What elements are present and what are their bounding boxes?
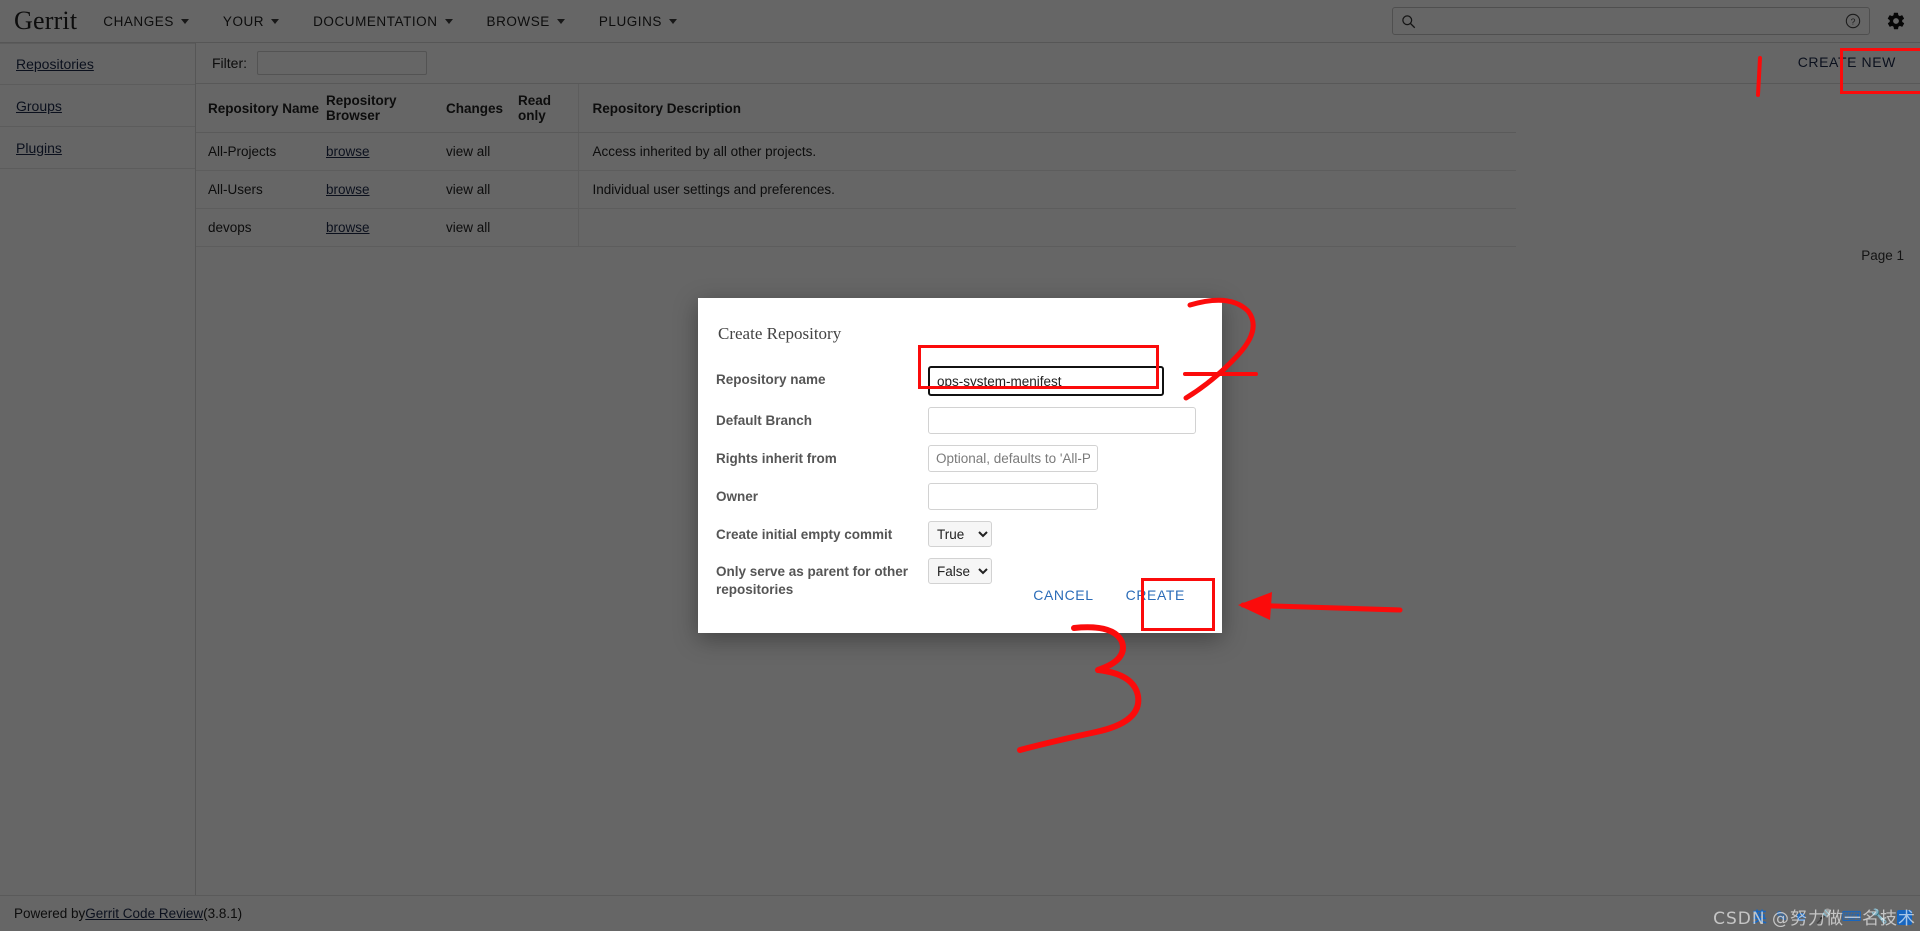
create-button[interactable]: CREATE (1113, 579, 1198, 611)
create-repository-dialog: Create Repository Repository name Defaul… (698, 298, 1222, 633)
field-row-repository-name: Repository name (716, 366, 1196, 396)
field-row-initial-empty-commit: Create initial empty commit TrueFalse (716, 521, 1196, 547)
create-initial-empty-commit-select[interactable]: TrueFalse (928, 521, 992, 547)
dialog-actions: CANCEL CREATE (1020, 579, 1198, 611)
label-default-branch: Default Branch (716, 413, 813, 428)
cancel-button[interactable]: CANCEL (1020, 579, 1106, 611)
label-create-initial-empty-commit: Create initial empty commit (716, 527, 893, 542)
default-branch-input[interactable] (928, 407, 1196, 434)
dialog-title: Create Repository (718, 324, 842, 343)
owner-input[interactable] (928, 483, 1098, 510)
label-rights-inherit-from: Rights inherit from (716, 451, 837, 466)
rights-inherit-from-input[interactable] (928, 445, 1098, 472)
repository-name-input[interactable] (928, 366, 1164, 396)
label-owner: Owner (716, 489, 759, 504)
csdn-watermark: CSDN @努力做一名技术 (1713, 909, 1916, 929)
only-serve-as-parent-select[interactable]: TrueFalse (928, 558, 992, 584)
label-repository-name: Repository name (716, 372, 826, 387)
field-row-default-branch: Default Branch (716, 407, 1196, 434)
field-row-owner: Owner (716, 483, 1196, 510)
label-only-serve-as-parent: Only serve as parent for other repositor… (716, 564, 909, 598)
field-row-rights-inherit-from: Rights inherit from (716, 445, 1196, 472)
